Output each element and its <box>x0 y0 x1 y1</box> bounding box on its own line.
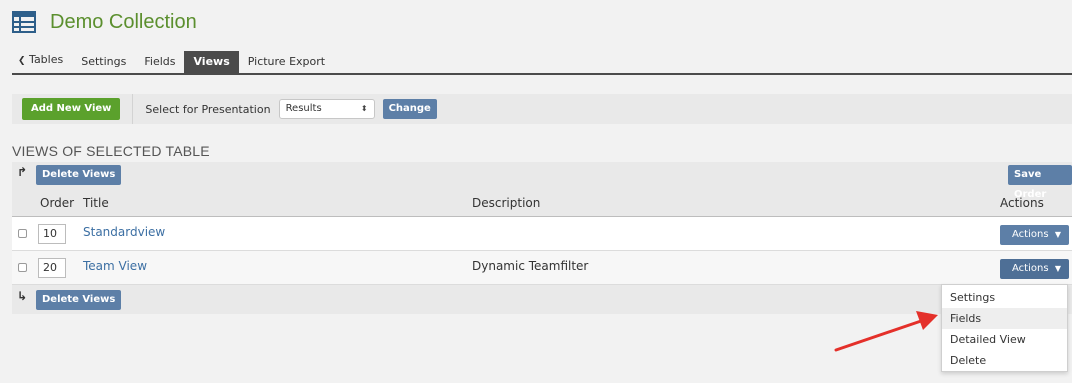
table-icon <box>12 11 36 33</box>
annotation-arrow-icon <box>834 311 938 352</box>
view-title-link[interactable]: Standardview <box>83 225 165 239</box>
col-description: Description <box>472 196 541 210</box>
actions-button-open[interactable]: Actions ▼ <box>1000 259 1069 279</box>
menu-item-settings[interactable]: Settings <box>942 287 1067 308</box>
menu-item-fields[interactable]: Fields <box>942 308 1067 329</box>
tab-views[interactable]: Views <box>184 51 239 73</box>
order-input[interactable]: 20 <box>38 258 66 278</box>
tab-label: Tables <box>29 53 64 66</box>
save-order-button[interactable]: Save Order <box>1008 165 1072 200</box>
views-panel: ↱ Delete Views Save Order Order Title De… <box>12 162 1072 314</box>
table-row: 20 Team View Dynamic Teamfilter Actions … <box>12 251 1072 285</box>
section-title: VIEWS OF SELECTED TABLE <box>12 143 210 159</box>
view-description: Dynamic Teamfilter <box>472 259 589 273</box>
tab-tables[interactable]: ❮ Tables <box>12 52 72 73</box>
table-header: Order Title Description Actions <box>12 190 1072 217</box>
presentation-select-label: Select for Presentation <box>145 102 271 116</box>
col-title: Title <box>83 196 109 210</box>
select-arrows-icon: ⬍ <box>360 104 368 113</box>
tab-bar: ❮ Tables Settings Fields Views Picture E… <box>12 51 1072 75</box>
tab-fields[interactable]: Fields <box>135 54 184 73</box>
bulk-action-arrow-bottom-icon: ↳ <box>17 289 28 303</box>
actions-label: Actions <box>1012 263 1049 274</box>
menu-item-delete[interactable]: Delete <box>942 350 1067 371</box>
col-order: Order <box>40 196 75 210</box>
toolbar-divider <box>132 94 134 124</box>
page-title: Demo Collection <box>50 10 197 33</box>
row-checkbox[interactable] <box>18 229 27 238</box>
col-actions: Actions <box>1000 196 1044 210</box>
bulk-action-arrow-top-icon: ↱ <box>17 165 28 179</box>
caret-down-icon: ▼ <box>1054 264 1061 273</box>
change-button[interactable]: Change <box>382 99 437 119</box>
view-title-link[interactable]: Team View <box>83 259 147 273</box>
table-row: 10 Standardview Actions ▼ <box>12 217 1072 251</box>
tab-picture-export[interactable]: Picture Export <box>239 54 334 73</box>
row-checkbox[interactable] <box>18 263 27 272</box>
actions-button[interactable]: Actions ▼ <box>1000 225 1069 245</box>
chevron-left-icon: ❮ <box>18 56 26 66</box>
actions-dropdown-menu: Settings Fields Detailed View Delete <box>941 284 1068 372</box>
caret-down-icon: ▼ <box>1054 230 1061 239</box>
order-input[interactable]: 10 <box>38 224 66 244</box>
tab-settings[interactable]: Settings <box>72 54 135 73</box>
views-toolbar: Add New View Select for Presentation Res… <box>12 94 1072 124</box>
presentation-select-value: Results <box>285 103 322 114</box>
presentation-select[interactable]: Results ⬍ <box>278 99 375 119</box>
page-header: Demo Collection <box>12 8 197 36</box>
add-new-view-button[interactable]: Add New View <box>22 98 121 120</box>
menu-item-detailed-view[interactable]: Detailed View <box>942 329 1067 350</box>
delete-views-button-bottom[interactable]: Delete Views <box>36 290 122 310</box>
delete-views-button-top[interactable]: Delete Views <box>36 165 122 185</box>
actions-label: Actions <box>1012 229 1049 240</box>
